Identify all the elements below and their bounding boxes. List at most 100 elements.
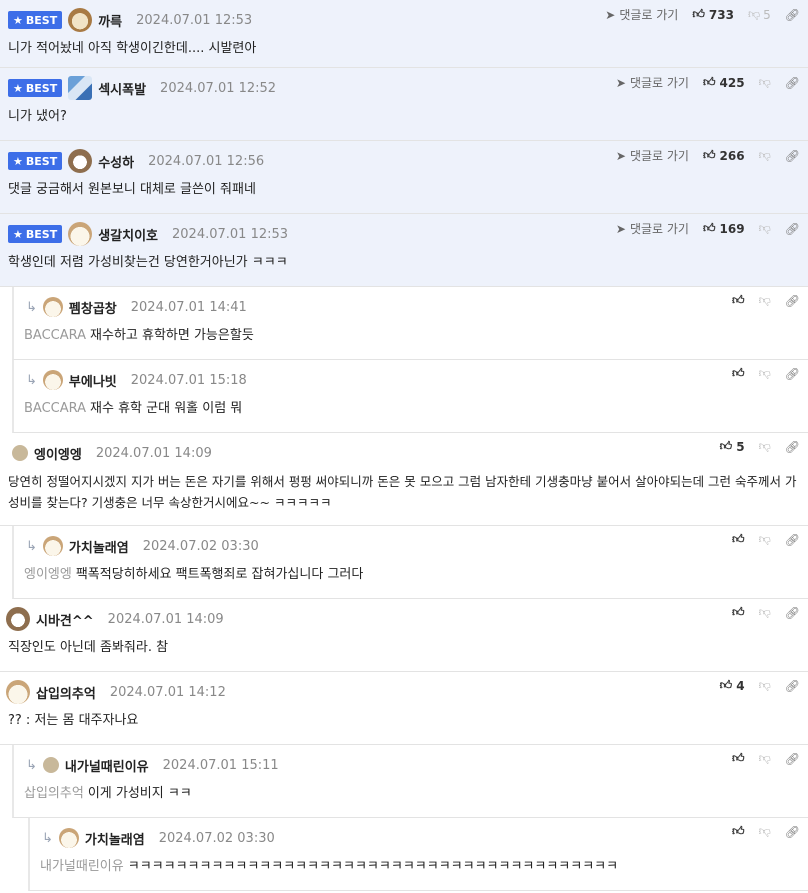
upvote-button[interactable]: 👍︎: [732, 366, 745, 381]
goto-comment-button[interactable]: ➤ 댓글로 가기: [616, 74, 689, 91]
reply-target[interactable]: 엥이엥엥: [24, 567, 72, 582]
reply-comment: ↳ 부에나빗 2024.07.01 15:18 👍︎ 👎︎ 🔗︎ BACCARA…: [12, 360, 808, 433]
comment-nick[interactable]: 가치놀래염: [85, 829, 145, 848]
comment-nick[interactable]: 수성하: [98, 152, 134, 171]
comment-date: 2024.07.01 12:53: [136, 12, 253, 28]
downvote-button[interactable]: 👎︎: [759, 824, 771, 839]
avatar[interactable]: [58, 828, 79, 848]
best-badge: ★ BEST: [8, 79, 63, 97]
comment-date: 2024.07.01 12:53: [172, 226, 289, 242]
downvote-button[interactable]: 👎︎: [759, 605, 771, 620]
goto-comment-button[interactable]: ➤ 댓글로 가기: [605, 6, 678, 23]
send-icon: ➤: [615, 221, 626, 236]
send-icon: ➤: [615, 75, 626, 90]
comment-date: 2024.07.01 14:09: [107, 611, 224, 627]
reply-target[interactable]: 삽입의추억: [24, 786, 84, 801]
upvote-button[interactable]: 👍︎: [732, 751, 745, 766]
link-icon[interactable]: 🔗︎: [785, 367, 800, 381]
comment-text: BACCARA 재수 휴학 군대 워홀 이럼 뭐: [24, 401, 243, 416]
avatar[interactable]: [68, 149, 93, 173]
upvote-button[interactable]: 👍︎: [732, 605, 745, 620]
upvote-button[interactable]: 👍︎ 5: [720, 439, 745, 454]
comment-nick[interactable]: 삽입의추억: [36, 683, 96, 702]
avatar[interactable]: [42, 536, 63, 556]
link-icon[interactable]: 🔗︎: [785, 606, 800, 620]
upvote-button[interactable]: 👍︎: [732, 293, 745, 308]
thumbs-down-icon: 👎︎: [758, 293, 771, 307]
thumbs-down-icon: 👎︎: [758, 439, 771, 453]
avatar[interactable]: [12, 445, 28, 461]
link-icon[interactable]: 🔗︎: [785, 533, 800, 547]
link-icon[interactable]: 🔗︎: [785, 76, 800, 90]
goto-comment-button[interactable]: ➤ 댓글로 가기: [616, 220, 689, 237]
downvote-button[interactable]: 👎︎: [759, 366, 771, 381]
comment-nick[interactable]: 가치놀래염: [69, 537, 129, 556]
link-icon[interactable]: 🔗︎: [785, 440, 800, 454]
goto-comment-button[interactable]: ➤ 댓글로 가기: [616, 147, 689, 164]
comment-date: 2024.07.02 03:30: [158, 830, 275, 846]
thumbs-down-icon: 👎︎: [758, 221, 771, 235]
upvote-button[interactable]: 👍︎ 266: [703, 148, 745, 163]
upvote-button[interactable]: 👍︎ 4: [720, 678, 745, 693]
downvote-button[interactable]: 👎︎: [759, 751, 771, 766]
link-icon[interactable]: 🔗︎: [785, 752, 800, 766]
comment-text: BACCARA 재수하고 휴학하면 가능은할듯: [24, 328, 254, 343]
comment-nick[interactable]: 펨창곱창: [69, 298, 117, 317]
thumbs-down-icon: 👎︎: [758, 148, 771, 162]
link-icon[interactable]: 🔗︎: [785, 149, 800, 163]
reply-target[interactable]: BACCARA: [24, 328, 86, 343]
downvote-button[interactable]: 👎︎: [759, 75, 771, 90]
avatar[interactable]: [6, 607, 30, 631]
comment-nick[interactable]: 까륵: [98, 11, 122, 30]
downvote-button[interactable]: 👎︎: [759, 532, 771, 547]
comment-nick[interactable]: 섹시폭발: [98, 79, 146, 98]
comment-nick[interactable]: 부에나빗: [69, 371, 117, 390]
upvote-button[interactable]: 👍︎: [732, 532, 745, 547]
comment-nick[interactable]: 시바견^^: [36, 610, 94, 629]
comment-nick[interactable]: 엥이엥엥: [34, 444, 82, 463]
downvote-button[interactable]: 👎︎: [759, 439, 771, 454]
avatar[interactable]: [68, 76, 93, 100]
link-icon[interactable]: 🔗︎: [785, 825, 800, 839]
reply-target[interactable]: 내가널때린이유: [40, 859, 124, 874]
comment-text: 니가 냈어?: [8, 109, 67, 124]
link-icon[interactable]: 🔗︎: [785, 8, 800, 22]
thumbs-up-icon: 👍︎: [732, 293, 745, 307]
link-icon[interactable]: 🔗︎: [785, 222, 800, 236]
downvote-button[interactable]: 👎︎: [759, 221, 771, 236]
upvote-button[interactable]: 👍︎ 425: [703, 75, 745, 90]
comment-date: 2024.07.01 12:52: [160, 80, 277, 96]
thumbs-up-icon: 👍︎: [732, 824, 745, 838]
link-icon[interactable]: 🔗︎: [785, 679, 800, 693]
upvote-button[interactable]: 👍︎ 733: [692, 7, 734, 22]
link-icon[interactable]: 🔗︎: [785, 294, 800, 308]
star-icon: ★: [13, 81, 23, 95]
best-comment: ★ BEST 생갈치이호 2024.07.01 12:53 ➤ 댓글로 가기 👍︎ 1…: [0, 214, 808, 287]
thumbs-up-icon: 👍︎: [692, 7, 705, 21]
comment: 시바견^^ 2024.07.01 14:09 👍︎ 👎︎ 🔗︎ 직장인도 아닌데…: [0, 599, 808, 672]
avatar[interactable]: [42, 757, 59, 773]
reply-arrow-icon: ↳: [42, 830, 53, 846]
star-icon: ★: [13, 227, 23, 241]
comment-text: ?? : 저는 몸 대주자나요: [8, 713, 139, 728]
avatar[interactable]: [6, 680, 30, 704]
reply-target[interactable]: BACCARA: [24, 401, 86, 416]
downvote-button[interactable]: 👎︎: [759, 678, 771, 693]
avatar[interactable]: [42, 370, 63, 390]
thumbs-down-icon: 👎︎: [758, 824, 771, 838]
upvote-button[interactable]: 👍︎: [732, 824, 745, 839]
comment-nick[interactable]: 내가널때린이유: [65, 756, 149, 775]
avatar[interactable]: [68, 8, 93, 32]
thumbs-up-icon: 👍︎: [702, 75, 716, 89]
avatar[interactable]: [42, 297, 63, 317]
downvote-button[interactable]: 👎︎: [759, 293, 771, 308]
best-comment: ★ BEST 까륵 2024.07.01 12:53 ➤ 댓글로 가기 👍︎ 733 …: [0, 0, 808, 68]
downvote-button[interactable]: 👎︎ 5: [748, 7, 771, 22]
comment-nick[interactable]: 생갈치이호: [98, 225, 158, 244]
reply-arrow-icon: ↳: [26, 372, 37, 388]
upvote-button[interactable]: 👍︎ 169: [703, 221, 745, 236]
downvote-button[interactable]: 👎︎: [759, 148, 771, 163]
thumbs-up-icon: 👍︎: [732, 366, 745, 380]
best-comment: ★ BEST 섹시폭발 2024.07.01 12:52 ➤ 댓글로 가기 👍︎ 42…: [0, 68, 808, 141]
avatar[interactable]: [68, 222, 93, 246]
